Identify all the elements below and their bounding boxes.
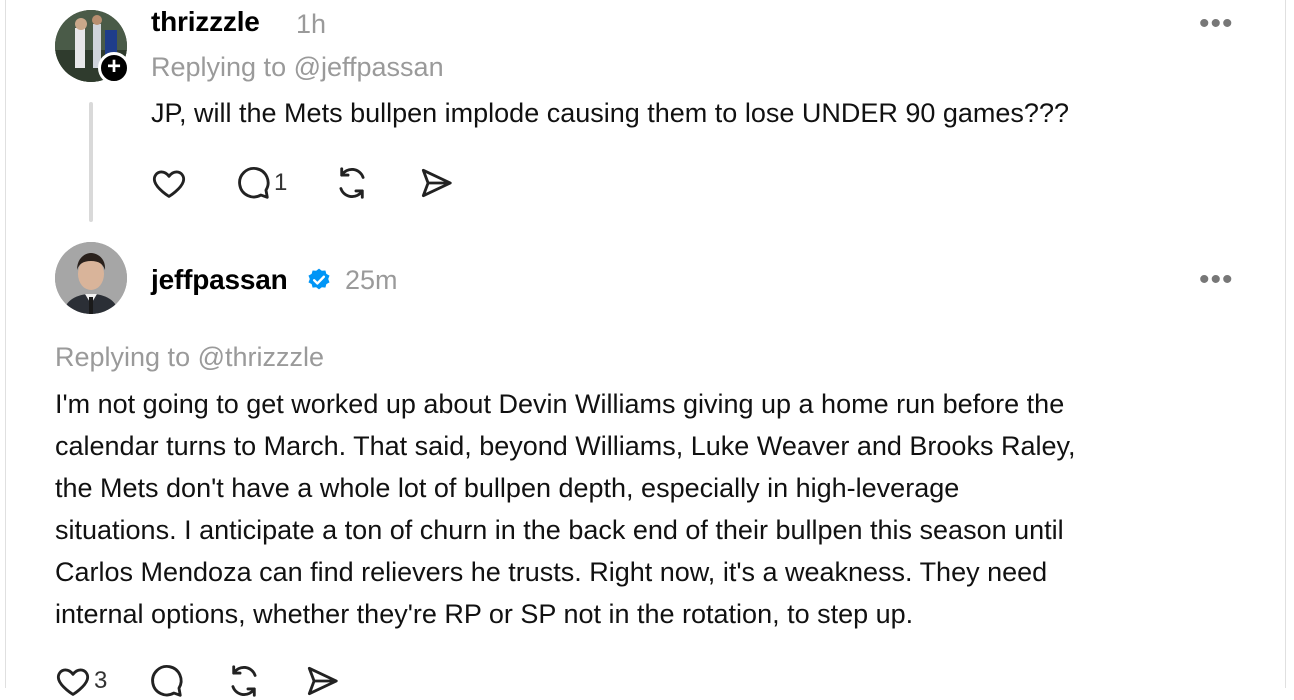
post-username[interactable]: thrizzzle xyxy=(151,6,260,38)
like-button[interactable] xyxy=(150,164,188,202)
post-text-line: calendar turns to March. That said, beyo… xyxy=(55,431,1076,461)
post-time: 25m xyxy=(345,265,398,295)
repost-icon xyxy=(339,167,365,199)
comment-icon xyxy=(151,664,183,697)
share-button[interactable] xyxy=(417,164,455,202)
post-text-line: Carlos Mendoza can find relievers he tru… xyxy=(55,557,1048,587)
reply-button[interactable]: 1 xyxy=(234,164,287,202)
share-button[interactable] xyxy=(303,662,341,700)
send-icon xyxy=(422,168,453,198)
repost-icon xyxy=(231,665,257,697)
repost-button[interactable] xyxy=(333,164,371,202)
comment-icon xyxy=(238,166,270,199)
send-icon xyxy=(308,666,339,696)
reply-button[interactable] xyxy=(147,662,185,700)
replying-to[interactable]: Replying to @jeffpassan xyxy=(151,52,444,83)
reply-count: 1 xyxy=(274,169,288,196)
heart-icon xyxy=(152,170,186,198)
post-text-line: situations. I anticipate a ton of churn … xyxy=(55,515,1064,545)
thread-line xyxy=(89,102,93,222)
post-actions: 3 xyxy=(54,662,387,700)
like-button[interactable]: 3 xyxy=(54,662,107,700)
post-text: JP, will the Mets bullpen implode causin… xyxy=(151,98,1069,128)
like-count: 3 xyxy=(94,667,108,694)
avatar-jeffpassan[interactable] xyxy=(55,242,127,314)
left-border xyxy=(5,0,6,688)
post-text: I'm not going to get worked up about Dev… xyxy=(55,383,1075,635)
post-actions: 1 xyxy=(150,164,501,202)
avatar-image xyxy=(55,242,127,314)
more-options-button[interactable]: ••• xyxy=(1199,265,1234,295)
verified-badge-icon xyxy=(308,268,330,290)
replying-to[interactable]: Replying to @thrizzzle xyxy=(55,342,324,373)
right-border xyxy=(1285,0,1286,688)
post-text-line: internal options, whether they're RP or … xyxy=(55,599,914,629)
post-time: 1h xyxy=(296,9,327,39)
heart-icon xyxy=(56,668,90,696)
repost-button[interactable] xyxy=(225,662,263,700)
post-username[interactable]: jeffpassan xyxy=(151,264,288,296)
post-text-line: the Mets don't have a whole lot of bullp… xyxy=(55,473,960,503)
more-options-button[interactable]: ••• xyxy=(1199,9,1234,39)
post-text-line: I'm not going to get worked up about Dev… xyxy=(55,389,1065,419)
follow-plus-button[interactable]: + xyxy=(98,52,130,84)
